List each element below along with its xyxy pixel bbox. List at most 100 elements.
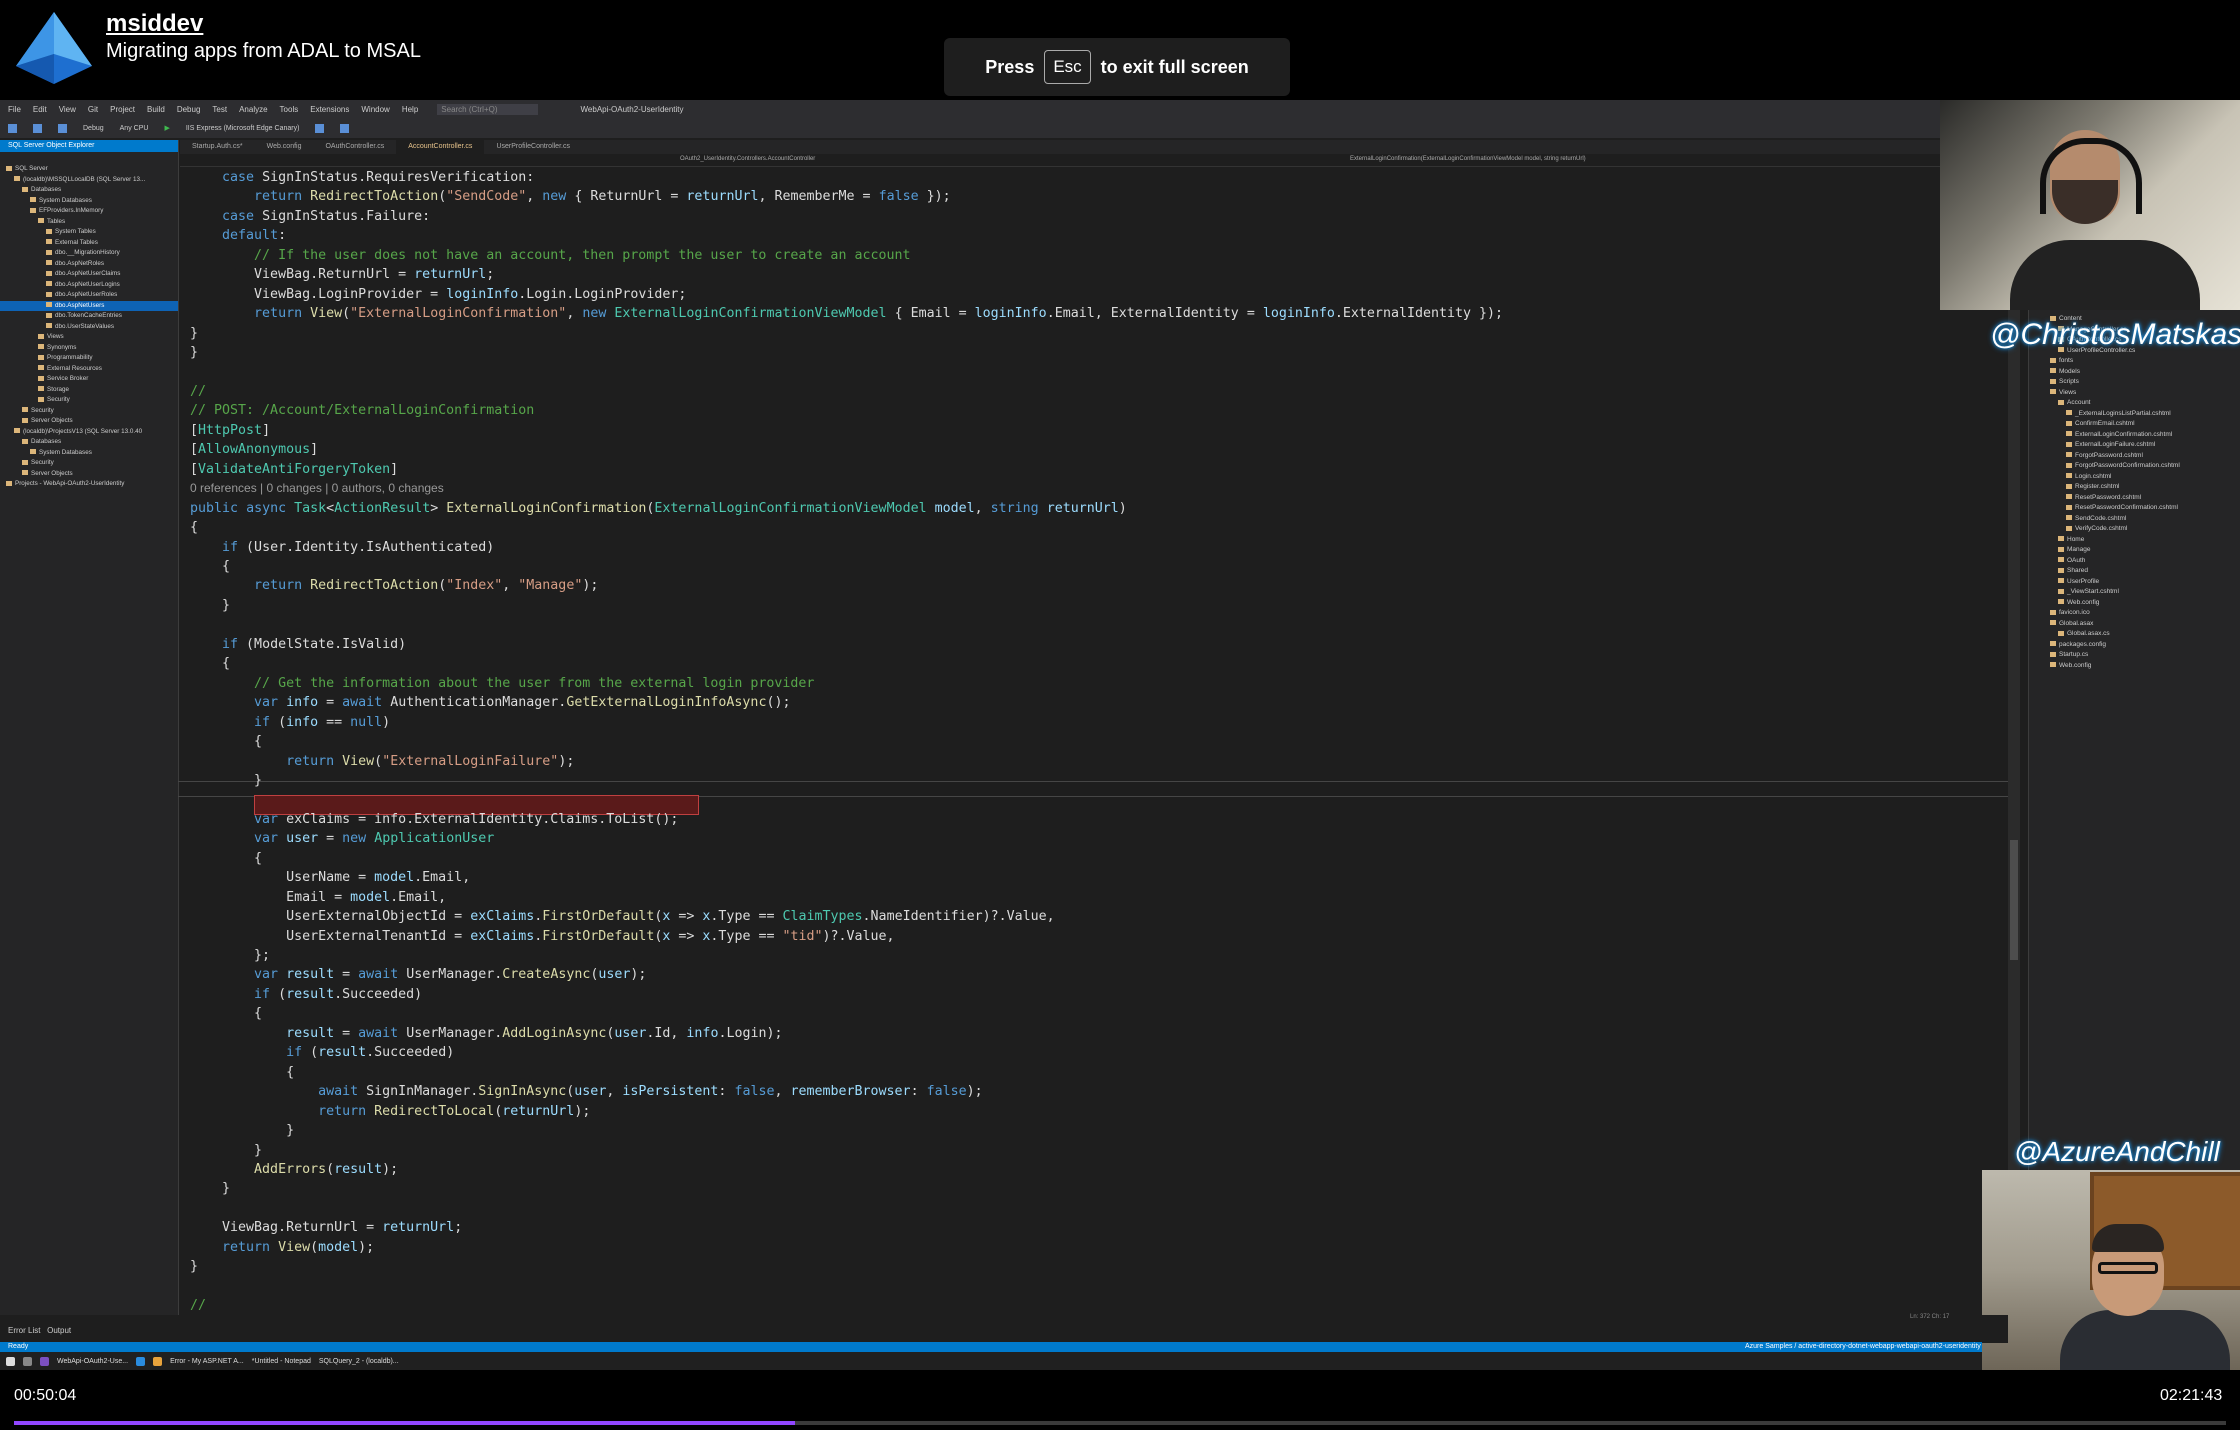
tree-item[interactable]: ExternalLoginFailure.cshtml bbox=[2036, 440, 2236, 451]
code-line[interactable]: } bbox=[190, 343, 198, 362]
code-line[interactable]: // bbox=[190, 382, 206, 401]
channel-name[interactable]: msiddev bbox=[106, 10, 203, 38]
code-line[interactable]: if (User.Identity.IsAuthenticated) bbox=[190, 538, 494, 557]
code-line[interactable]: UserExternalTenantId = exClaims.FirstOrD… bbox=[190, 927, 895, 946]
class-nav-dropdown[interactable]: OAuth2_UserIdentity.Controllers.AccountC… bbox=[680, 156, 815, 162]
code-line[interactable]: { bbox=[190, 1004, 262, 1023]
config-select[interactable]: Debug bbox=[83, 125, 104, 132]
menu-item-debug[interactable]: Debug bbox=[177, 105, 201, 114]
back-icon[interactable] bbox=[8, 123, 17, 133]
code-line[interactable]: return RedirectToAction("SendCode", new … bbox=[190, 187, 951, 206]
tree-item[interactable]: Databases bbox=[0, 437, 178, 448]
save-icon[interactable] bbox=[33, 123, 42, 133]
tree-item[interactable]: Server Objects bbox=[0, 416, 178, 427]
tree-item[interactable]: Tables bbox=[0, 217, 178, 228]
code-line[interactable]: ViewBag.LoginProvider = loginInfo.Login.… bbox=[190, 285, 686, 304]
code-line[interactable]: await SignInManager.SignInAsync(user, is… bbox=[190, 1082, 983, 1101]
tree-item[interactable]: dbo.__MigrationHistory bbox=[0, 248, 178, 259]
code-line[interactable]: return View(model); bbox=[190, 1238, 374, 1257]
code-line[interactable]: if (ModelState.IsValid) bbox=[190, 635, 406, 654]
code-line[interactable]: ViewBag.ReturnUrl = returnUrl; bbox=[190, 1218, 462, 1237]
code-line[interactable]: ViewBag.ReturnUrl = returnUrl; bbox=[190, 265, 494, 284]
code-line[interactable]: var exClaims = info.ExternalIdentity.Cla… bbox=[190, 810, 678, 829]
code-line[interactable]: AddErrors(result); bbox=[190, 1160, 398, 1179]
tree-item[interactable]: Views bbox=[0, 332, 178, 343]
run-icon[interactable]: ▶ bbox=[164, 124, 169, 132]
tree-item[interactable]: Scripts bbox=[2036, 377, 2236, 388]
editor-tab[interactable]: AccountController.cs bbox=[396, 140, 485, 154]
code-line[interactable]: var info = await AuthenticationManager.G… bbox=[190, 693, 790, 712]
tree-item[interactable]: Synonyms bbox=[0, 343, 178, 354]
tree-item[interactable]: Login.cshtml bbox=[2036, 472, 2236, 483]
code-line[interactable]: var result = await UserManager.CreateAsy… bbox=[190, 965, 646, 984]
tree-item[interactable]: Views bbox=[2036, 388, 2236, 399]
code-line[interactable]: result = await UserManager.AddLoginAsync… bbox=[190, 1024, 782, 1043]
menu-item-git[interactable]: Git bbox=[88, 105, 98, 114]
code-line[interactable]: 0 references | 0 changes | 0 authors, 0 … bbox=[190, 479, 444, 498]
code-line[interactable]: case SignInStatus.RequiresVerification: bbox=[190, 168, 534, 187]
tree-item[interactable]: UserProfile bbox=[2036, 577, 2236, 588]
channel-logo[interactable] bbox=[14, 10, 94, 86]
tree-item[interactable]: Manage bbox=[2036, 545, 2236, 556]
tree-item[interactable]: Security bbox=[0, 395, 178, 406]
run-target-button[interactable]: IIS Express (Microsoft Edge Canary) bbox=[186, 125, 300, 132]
tree-item[interactable]: Storage bbox=[0, 385, 178, 396]
tree-item[interactable]: Startup.cs bbox=[2036, 650, 2236, 661]
menu-item-edit[interactable]: Edit bbox=[33, 105, 47, 114]
menu-item-extensions[interactable]: Extensions bbox=[310, 105, 349, 114]
sql-explorer-title[interactable]: SQL Server Object Explorer bbox=[0, 140, 178, 152]
code-line[interactable]: } bbox=[190, 324, 198, 343]
code-line[interactable]: if (result.Succeeded) bbox=[190, 985, 422, 1004]
menu-item-tools[interactable]: Tools bbox=[280, 105, 299, 114]
platform-select[interactable]: Any CPU bbox=[120, 125, 149, 132]
code-line[interactable]: Email = model.Email, bbox=[190, 888, 446, 907]
tree-item[interactable]: ForgotPasswordConfirmation.cshtml bbox=[2036, 461, 2236, 472]
tree-item[interactable]: ResetPasswordConfirmation.cshtml bbox=[2036, 503, 2236, 514]
code-line[interactable]: // POST: /Account/ExternalLoginConfirmat… bbox=[190, 401, 534, 420]
code-line[interactable]: var user = new ApplicationUser bbox=[190, 829, 494, 848]
undo-icon[interactable] bbox=[58, 123, 67, 133]
tree-item[interactable]: dbo.AspNetUserClaims bbox=[0, 269, 178, 280]
tree-item[interactable]: packages.config bbox=[2036, 640, 2236, 651]
code-line[interactable]: // Get the information about the user fr… bbox=[190, 674, 814, 693]
tree-item[interactable]: _ExternalLoginsListPartial.cshtml bbox=[2036, 409, 2236, 420]
code-line[interactable]: } bbox=[190, 1141, 262, 1160]
code-editor[interactable]: case SignInStatus.RequiresVerification: … bbox=[178, 168, 2008, 1315]
menu-item-build[interactable]: Build bbox=[147, 105, 165, 114]
edge-icon[interactable] bbox=[136, 1356, 146, 1366]
tree-item[interactable]: ConfirmEmail.cshtml bbox=[2036, 419, 2236, 430]
code-line[interactable]: return RedirectToLocal(returnUrl); bbox=[190, 1102, 590, 1121]
code-line[interactable]: { bbox=[190, 654, 230, 673]
code-line[interactable]: if (result.Succeeded) bbox=[190, 1043, 454, 1062]
code-line[interactable]: [HttpPost] bbox=[190, 421, 270, 440]
tree-item[interactable]: ExternalLoginConfirmation.cshtml bbox=[2036, 430, 2236, 441]
tree-item[interactable]: SendCode.cshtml bbox=[2036, 514, 2236, 525]
code-line[interactable]: { bbox=[190, 557, 230, 576]
tree-item[interactable]: SQL Server bbox=[0, 164, 178, 175]
tree-item[interactable]: Service Broker bbox=[0, 374, 178, 385]
tree-item[interactable]: Models bbox=[2036, 367, 2236, 378]
code-line[interactable]: } bbox=[190, 1257, 198, 1276]
error-list-tab[interactable]: Error List bbox=[8, 1326, 40, 1335]
code-line[interactable]: UserName = model.Email, bbox=[190, 868, 470, 887]
tree-item[interactable]: Home bbox=[2036, 535, 2236, 546]
menu-search-input[interactable]: Search (Ctrl+Q) bbox=[437, 103, 538, 115]
output-tab[interactable]: Output bbox=[47, 1326, 71, 1335]
tree-item[interactable]: dbo.AspNetRoles bbox=[0, 259, 178, 270]
taskbar-item[interactable]: SQLQuery_2 - (localdb)... bbox=[319, 1358, 399, 1365]
code-line[interactable]: public async Task<ActionResult> External… bbox=[190, 499, 1127, 518]
code-line[interactable]: // bbox=[190, 1296, 206, 1315]
menu-item-file[interactable]: File bbox=[8, 105, 21, 114]
tree-item[interactable]: dbo.AspNetUserLogins bbox=[0, 280, 178, 291]
tree-item[interactable]: _ViewStart.cshtml bbox=[2036, 587, 2236, 598]
tree-item[interactable]: Programmability bbox=[0, 353, 178, 364]
code-line[interactable]: UserExternalObjectId = exClaims.FirstOrD… bbox=[190, 907, 1055, 926]
tree-item[interactable]: Global.asax.cs bbox=[2036, 629, 2236, 640]
tree-item[interactable]: ForgotPassword.cshtml bbox=[2036, 451, 2236, 462]
code-line[interactable]: { bbox=[190, 518, 198, 537]
tree-item[interactable]: fonts bbox=[2036, 356, 2236, 367]
tree-item[interactable]: EFProviders.InMemory bbox=[0, 206, 178, 217]
menu-item-help[interactable]: Help bbox=[402, 105, 418, 114]
tree-item[interactable]: External Resources bbox=[0, 364, 178, 375]
menu-item-window[interactable]: Window bbox=[361, 105, 389, 114]
